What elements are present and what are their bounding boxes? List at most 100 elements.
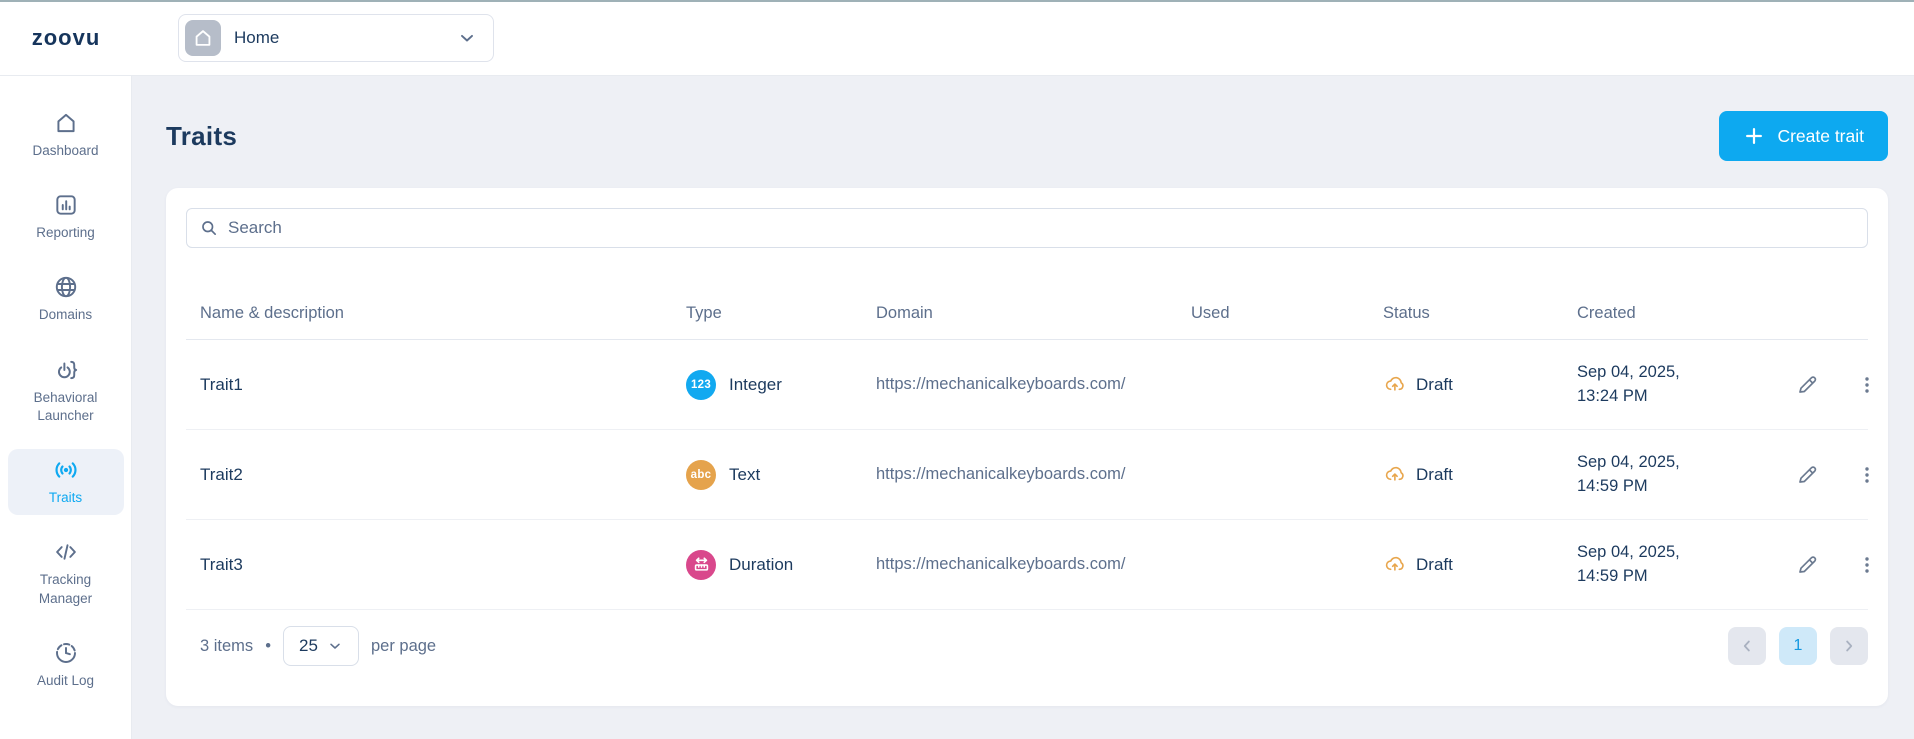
page-size-select[interactable]: 25 (282, 626, 359, 666)
sidebar-item-reporting[interactable]: Reporting (8, 184, 124, 250)
main-content: Traits Create trait Name & description T… (132, 76, 1914, 739)
pencil-icon (1795, 373, 1819, 397)
traits-card: Name & description Type Domain Used Stat… (166, 188, 1888, 706)
kebab-menu-icon (1857, 463, 1877, 487)
trait-created: Sep 04, 2025, 13:24 PM (1577, 363, 1680, 405)
workspace-selector[interactable]: Home (178, 13, 494, 62)
chevron-down-icon (327, 638, 343, 654)
table-row[interactable]: Trait1 123 Integer https://mechanicalkey… (186, 340, 1869, 430)
items-per-page: 3 items • 25 per page (200, 626, 436, 666)
pagination: 1 (1728, 627, 1868, 665)
sidebar-item-domains[interactable]: Domains (8, 266, 124, 332)
page-size-value: 25 (299, 636, 318, 655)
status-badge: Draft (1416, 374, 1453, 394)
top-bar: zoovu Home (0, 0, 1914, 76)
trait-status-cell: Draft (1383, 463, 1577, 486)
row-actions (1787, 553, 1877, 577)
sidebar-item-label: Behavioral Launcher (33, 389, 98, 423)
column-header-name: Name & description (200, 304, 344, 322)
trait-created: Sep 04, 2025, 14:59 PM (1577, 543, 1680, 585)
trait-status-cell: Draft (1383, 373, 1577, 396)
sidebar-item-tracking-manager[interactable]: Tracking Manager (8, 531, 124, 615)
previous-page-button[interactable] (1728, 627, 1766, 665)
trait-domain: https://mechanicalkeyboards.com/ (876, 375, 1126, 393)
create-trait-label: Create trait (1777, 125, 1864, 146)
row-menu-button[interactable] (1857, 553, 1877, 577)
globe-icon (53, 274, 79, 300)
create-trait-button[interactable]: Create trait (1719, 111, 1888, 161)
code-icon (53, 539, 79, 565)
row-actions (1787, 373, 1877, 397)
pencil-icon (1795, 553, 1819, 577)
bar-chart-icon (53, 192, 79, 218)
cloud-upload-icon (1383, 463, 1406, 486)
table-header: Name & description Type Domain Used Stat… (186, 288, 1868, 340)
workspace-label: Home (234, 27, 280, 47)
page-number-button[interactable]: 1 (1779, 627, 1817, 665)
page-title: Traits (166, 120, 238, 151)
ruler-icon (686, 549, 716, 580)
row-menu-button[interactable] (1857, 463, 1877, 487)
clock-icon (53, 640, 79, 666)
search-input[interactable] (228, 218, 1855, 238)
page-header: Traits Create trait (166, 110, 1888, 162)
trait-domain: https://mechanicalkeyboards.com/ (876, 555, 1126, 573)
kebab-menu-icon (1857, 373, 1877, 397)
chevron-left-icon (1738, 637, 1756, 655)
status-badge: Draft (1416, 464, 1453, 484)
search-icon (199, 218, 219, 238)
trait-name: Trait3 (200, 554, 243, 574)
chevron-right-icon (1840, 637, 1858, 655)
power-brace-icon (53, 357, 79, 383)
home-icon (185, 19, 221, 56)
edit-button[interactable] (1795, 553, 1819, 577)
table-footer: 3 items • 25 per page 1 (186, 610, 1868, 682)
trait-domain: https://mechanicalkeyboards.com/ (876, 465, 1126, 483)
sidebar-item-label: Tracking Manager (38, 572, 93, 606)
sidebar-item-label: Traits (48, 490, 83, 506)
cloud-upload-icon (1383, 373, 1406, 396)
trait-name: Trait2 (200, 464, 243, 484)
status-badge: Draft (1416, 554, 1453, 574)
text-abc-icon: abc (686, 459, 716, 490)
plus-icon (1743, 125, 1765, 147)
column-header-created: Created (1577, 304, 1636, 322)
table-row[interactable]: Trait2 abc Text https://mechanicalkeyboa… (186, 430, 1869, 520)
trait-type-label: Text (729, 464, 761, 484)
sidebar-item-dashboard[interactable]: Dashboard (8, 102, 124, 168)
sidebar-item-traits[interactable]: Traits (7, 449, 124, 516)
column-header-type: Type (686, 304, 722, 322)
trait-type-label: Integer (729, 374, 782, 394)
search-box (186, 208, 1868, 248)
bullet-separator: • (265, 636, 271, 655)
trait-created: Sep 04, 2025, 14:59 PM (1577, 453, 1680, 495)
zoovu-logo: zoovu (31, 24, 101, 50)
trait-type-cell: abc Text (686, 459, 876, 490)
column-header-status: Status (1383, 304, 1430, 322)
table-row[interactable]: Trait3 Duration https://mechanicalkeyboa… (186, 520, 1869, 610)
per-page-label: per page (370, 636, 437, 655)
sidebar-item-label: Audit Log (36, 672, 95, 688)
sidebar-item-audit-log[interactable]: Audit Log (8, 632, 124, 698)
sidebar-item-label: Dashboard (32, 143, 99, 158)
items-count: 3 items (200, 636, 254, 655)
trait-type-label: Duration (729, 554, 794, 574)
trait-type-cell: Duration (686, 549, 876, 580)
window-top-edge (0, 0, 1914, 2)
number-123-icon: 123 (686, 369, 716, 400)
trait-type-cell: 123 Integer (686, 369, 876, 400)
next-page-button[interactable] (1830, 627, 1868, 665)
kebab-menu-icon (1857, 553, 1877, 577)
sidebar-item-behavioral-launcher[interactable]: Behavioral Launcher (8, 349, 124, 433)
home-icon (53, 110, 79, 136)
column-header-domain: Domain (876, 304, 933, 322)
row-menu-button[interactable] (1857, 373, 1877, 397)
sidebar: Dashboard Reporting Domains Behavioral L… (0, 76, 132, 739)
edit-button[interactable] (1795, 463, 1819, 487)
chevron-down-icon (457, 28, 477, 48)
sidebar-item-label: Domains (38, 307, 93, 323)
sidebar-item-label: Reporting (36, 225, 95, 241)
trait-status-cell: Draft (1383, 553, 1577, 576)
cloud-upload-icon (1383, 553, 1406, 576)
edit-button[interactable] (1795, 373, 1819, 397)
